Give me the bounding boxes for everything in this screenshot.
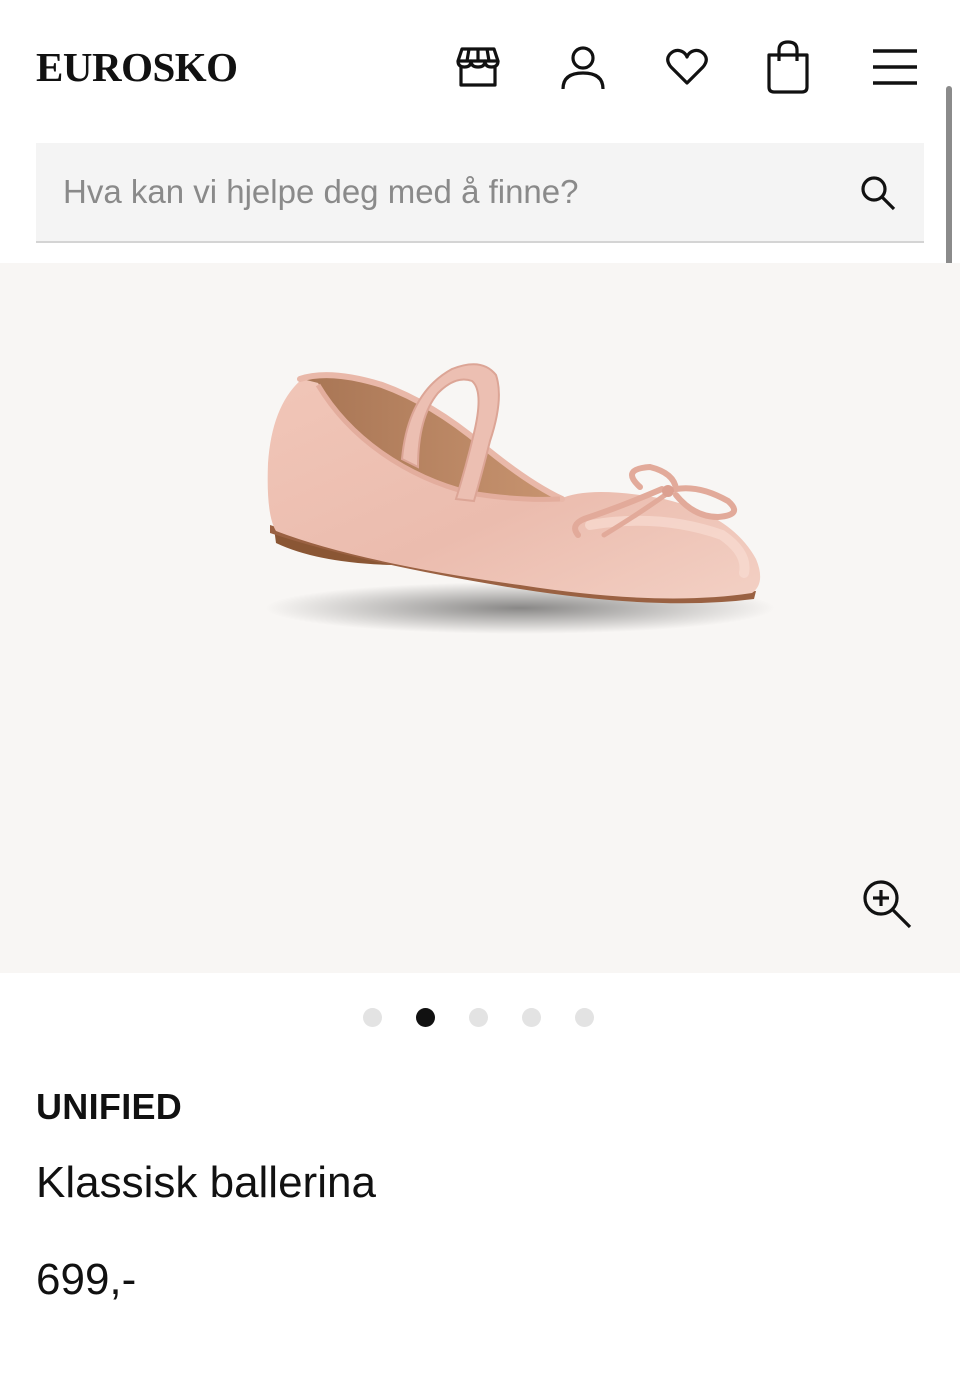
search-icon[interactable] xyxy=(856,171,900,215)
store-icon[interactable] xyxy=(450,38,506,96)
zoom-in-icon[interactable] xyxy=(856,873,918,935)
eurosko-logo[interactable]: EUROSKO xyxy=(36,42,238,92)
menu-icon[interactable] xyxy=(867,38,923,96)
product-image xyxy=(265,363,775,634)
user-icon[interactable] xyxy=(555,38,611,96)
search-bar xyxy=(36,143,924,243)
bag-icon[interactable] xyxy=(760,38,816,96)
gallery-dot[interactable] xyxy=(575,1008,594,1027)
gallery-dot[interactable] xyxy=(522,1008,541,1027)
product-name: Klassisk ballerina xyxy=(36,1158,376,1207)
product-brand[interactable]: UNIFIED xyxy=(36,1086,182,1128)
gallery-dot[interactable] xyxy=(469,1008,488,1027)
product-image-gallery[interactable] xyxy=(0,263,960,973)
heart-icon[interactable] xyxy=(659,38,715,96)
product-price: 699,- xyxy=(36,1255,137,1304)
site-header: EUROSKO xyxy=(0,0,960,135)
gallery-dot[interactable] xyxy=(363,1008,382,1027)
gallery-pagination xyxy=(363,1008,594,1028)
gallery-dot-active[interactable] xyxy=(416,1008,435,1027)
search-input[interactable] xyxy=(36,143,836,241)
